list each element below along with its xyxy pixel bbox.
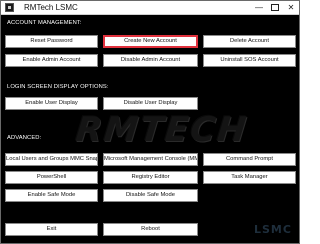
powershell-button[interactable]: PowerShell [5, 171, 98, 184]
title-bar[interactable]: RMTech LSMC — ✕ [1, 1, 299, 15]
close-button[interactable]: ✕ [283, 1, 299, 14]
mmc-button[interactable]: Microsoft Management Console (MMC) [103, 153, 198, 166]
task-manager-button[interactable]: Task Manager [203, 171, 296, 184]
watermark-logo: RMTECH [73, 110, 250, 150]
enable-safe-mode-button[interactable]: Enable Safe Mode [5, 189, 98, 202]
reset-password-button[interactable]: Reset Password [5, 35, 98, 48]
main-window: RMTech LSMC — ✕ RMTECH LSMC ACCOUNT MANA… [0, 0, 300, 244]
enable-admin-account-button[interactable]: Enable Admin Account [5, 54, 98, 67]
enable-user-display-button[interactable]: Enable User Display [5, 97, 98, 110]
create-new-account-button[interactable]: Create New Account [103, 35, 198, 48]
disable-admin-account-button[interactable]: Disable Admin Account [103, 54, 198, 67]
maximize-button[interactable] [267, 1, 283, 14]
delete-account-button[interactable]: Delete Account [203, 35, 296, 48]
disable-user-display-button[interactable]: Disable User Display [103, 97, 198, 110]
section-label-advanced: ADVANCED: [7, 135, 42, 141]
section-label-account-management: ACCOUNT MANAGEMENT: [7, 20, 82, 26]
app-icon [5, 3, 14, 12]
local-users-groups-button[interactable]: Local Users and Groups MMC Snap-in [5, 153, 98, 166]
exit-button[interactable]: Exit [5, 223, 98, 236]
minimize-button[interactable]: — [251, 1, 267, 14]
registry-editor-button[interactable]: Registry Editor [103, 171, 198, 184]
command-prompt-button[interactable]: Command Prompt [203, 153, 296, 166]
uninstall-sos-account-button[interactable]: Uninstall SOS Account [203, 54, 296, 67]
section-label-login-display: LOGIN SCREEN DISPLAY OPTIONS: [7, 84, 109, 90]
disable-safe-mode-button[interactable]: Disable Safe Mode [103, 189, 198, 202]
maximize-icon [271, 4, 279, 12]
reboot-button[interactable]: Reboot [103, 223, 198, 236]
watermark-sublogo: LSMC [254, 223, 292, 236]
window-title: RMTech LSMC [24, 3, 78, 12]
